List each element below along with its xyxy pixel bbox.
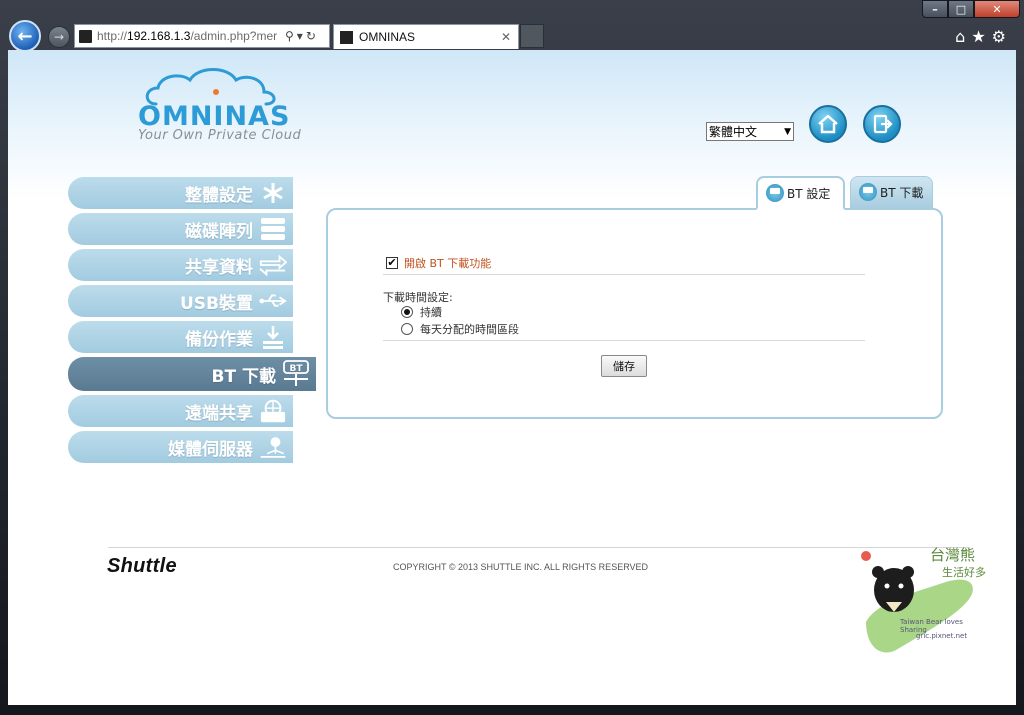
watermark-subtitle: 生活好多 xyxy=(942,566,986,579)
tab-bt-download[interactable]: BT 下載 xyxy=(850,176,933,208)
enable-bt-label: 開啟 BT 下載功能 xyxy=(404,257,492,270)
bt-download-icon: BT xyxy=(282,360,310,387)
new-tab-button[interactable] xyxy=(520,24,544,48)
tab-favicon-icon xyxy=(340,30,353,44)
sidebar-item-backup[interactable]: 備份作業 xyxy=(68,321,293,353)
footer-divider xyxy=(108,547,968,548)
bt-settings-icon xyxy=(766,184,784,202)
radio-daily-period[interactable] xyxy=(401,323,413,335)
omninas-logo: OMNINAS Your Own Private Cloud xyxy=(136,64,301,144)
language-select[interactable]: 繁體中文 ▼ xyxy=(706,122,794,141)
download-tray-icon xyxy=(259,324,287,350)
save-button[interactable]: 儲存 xyxy=(601,355,647,377)
logout-button[interactable] xyxy=(863,105,901,143)
watermark-url: gric.pixnet.net xyxy=(916,632,968,640)
schedule-label: 下載時間設定: xyxy=(383,291,453,304)
sidebar-item-general-settings[interactable]: 整體設定 xyxy=(68,177,293,209)
enable-bt-checkbox[interactable]: ✔ xyxy=(386,257,398,269)
enable-bt-row[interactable]: ✔ 開啟 BT 下載功能 xyxy=(386,255,491,271)
divider xyxy=(383,340,865,341)
tab-bt-settings[interactable]: BT 設定 xyxy=(756,176,845,210)
window-controls: – □ ✕ xyxy=(922,0,1020,18)
close-icon[interactable]: ✕ xyxy=(974,0,1020,18)
taiwan-bear-watermark: 台灣熊 生活好多 Taiwan Bear loves Sharing gric.… xyxy=(846,542,986,664)
media-server-icon xyxy=(259,434,287,460)
radio-option-continuous[interactable]: 持續 xyxy=(401,304,442,320)
page-viewport: OMNINAS Your Own Private Cloud 繁體中文 ▼ 整體… xyxy=(8,50,1016,705)
sidebar-menu: 整體設定 磁碟陣列 共享資料 USB裝置 備份作業 BT 下載 BT 遠端共享 … xyxy=(68,177,316,467)
svg-text:BT: BT xyxy=(290,364,304,374)
disk-stack-icon xyxy=(259,216,287,242)
shuttle-logo: Shuttle xyxy=(107,555,177,577)
minimize-icon[interactable]: – xyxy=(922,0,948,18)
browser-window: – □ ✕ ← → http://192.168.1.3/admin.php?m… xyxy=(0,0,1024,715)
browser-tab[interactable]: OMNINAS ✕ xyxy=(333,24,519,49)
divider xyxy=(383,274,865,275)
browser-tools-icons[interactable]: ⌂★⚙ xyxy=(955,27,1012,46)
radio-continuous[interactable] xyxy=(401,306,413,318)
home-icon xyxy=(818,114,838,134)
sidebar-item-usb[interactable]: USB裝置 xyxy=(68,285,293,317)
globe-folder-icon xyxy=(259,398,287,424)
sidebar-item-shared-data[interactable]: 共享資料 xyxy=(68,249,293,281)
exchange-arrows-icon xyxy=(259,252,287,278)
radio-option-daily-period[interactable]: 每天分配的時間區段 xyxy=(401,321,519,337)
copyright-text: COPYRIGHT © 2013 SHUTTLE INC. ALL RIGHTS… xyxy=(393,562,649,572)
sidebar-item-bt-download[interactable]: BT 下載 BT xyxy=(68,357,316,391)
forward-button[interactable]: → xyxy=(48,26,70,48)
logout-icon xyxy=(873,114,893,134)
sidebar-item-media-server[interactable]: 媒體伺服器 xyxy=(68,431,293,463)
usb-icon xyxy=(259,288,287,314)
tab-close-icon[interactable]: ✕ xyxy=(501,30,511,44)
sidebar-item-disk-array[interactable]: 磁碟陣列 xyxy=(68,213,293,245)
home-button[interactable] xyxy=(809,105,847,143)
chevron-down-icon: ▼ xyxy=(784,126,791,137)
tab-title: OMNINAS xyxy=(359,30,416,44)
logo-tagline: Your Own Private Cloud xyxy=(138,128,302,143)
maximize-icon[interactable]: □ xyxy=(948,0,974,18)
address-bar[interactable]: http://192.168.1.3/admin.php?mer ⚲▾↻ xyxy=(74,24,330,48)
watermark-title: 台灣熊 xyxy=(930,546,976,564)
back-button[interactable]: ← xyxy=(9,20,41,52)
site-favicon-icon xyxy=(79,29,92,43)
bt-download-tab-icon xyxy=(859,183,877,201)
sidebar-item-remote-share[interactable]: 遠端共享 xyxy=(68,395,293,427)
url-text: http://192.168.1.3/admin.php?mer xyxy=(97,29,278,43)
search-refresh-icon[interactable]: ⚲▾↻ xyxy=(285,29,319,43)
asterisk-icon xyxy=(259,180,287,206)
